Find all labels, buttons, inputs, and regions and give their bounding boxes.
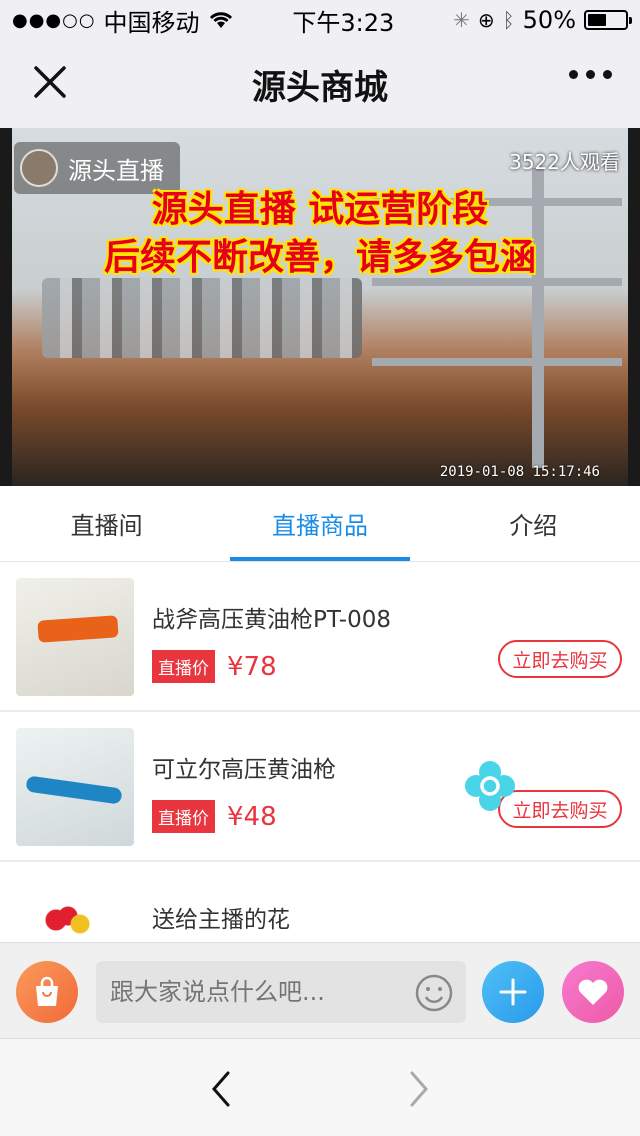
product-image (16, 878, 134, 942)
bluetooth-icon: ᛒ (502, 8, 515, 32)
banner-line-1: 源头直播 试运营阶段 (151, 189, 489, 230)
product-name: 战斧高压黄油枪PT-008 (152, 607, 392, 633)
price-tag: 直播价 (152, 800, 215, 833)
tab-intro[interactable]: 介绍 (427, 486, 640, 561)
rotation-lock-icon: ⊕ (477, 8, 495, 32)
tab-live-room[interactable]: 直播间 (0, 486, 213, 561)
floating-flower-icon[interactable] (464, 760, 516, 812)
back-arrow-icon[interactable] (206, 1069, 236, 1109)
shopping-bag-button[interactable] (16, 961, 78, 1023)
clock: 下午3:23 (292, 8, 395, 37)
banner-line-2: 后续不断改善，请多多包涵 (103, 237, 536, 278)
live-video[interactable]: 源头直播 3522人观看 源头直播 试运营阶段 后续不断改善，请多多包涵 201… (0, 128, 640, 486)
battery-percent: 50% (522, 6, 576, 34)
signal-icon: ●●●○○ (12, 9, 96, 31)
viewer-count: 3522人观看 (509, 150, 620, 174)
nav-bar: 源头商城 (0, 40, 640, 128)
list-item[interactable]: 战斧高压黄油枪PT-008 直播价 ¥78 立即去购买 (0, 562, 640, 712)
price-tag: 直播价 (152, 650, 215, 683)
tab-live-products[interactable]: 直播商品 (213, 486, 426, 561)
like-button[interactable] (562, 961, 624, 1023)
product-image (16, 728, 134, 846)
buy-now-button[interactable]: 立即去购买 (498, 790, 622, 828)
close-icon[interactable] (30, 62, 70, 102)
product-name: 送给主播的花 (152, 907, 290, 933)
chat-input[interactable] (96, 961, 466, 1023)
heart-icon (578, 979, 608, 1005)
emoji-icon[interactable] (414, 973, 454, 1013)
tab-bar: 直播间 直播商品 介绍 (0, 486, 640, 562)
product-image (16, 578, 134, 696)
browser-toolbar (0, 1038, 640, 1136)
status-bar: ●●●○○ 中国移动 下午3:23 ✳ ⊕ ᛒ 50% (0, 0, 640, 40)
product-price: ¥78 (227, 651, 277, 682)
buy-now-button[interactable]: 立即去购买 (498, 640, 622, 678)
forward-arrow-icon[interactable] (404, 1069, 434, 1109)
list-item[interactable]: 送给主播的花 (0, 862, 640, 942)
wifi-icon (209, 12, 232, 28)
product-name: 可立尔高压黄油枪 (152, 757, 336, 783)
shopping-bag-icon (36, 976, 58, 1006)
chat-bar (0, 942, 640, 1038)
list-item[interactable]: 可立尔高压黄油枪 直播价 ¥48 立即去购买 (0, 712, 640, 862)
plus-icon (499, 978, 527, 1006)
page-title: 源头商城 (252, 67, 388, 108)
video-timestamp: 2019-01-08 15:17:46 (439, 464, 600, 480)
battery-icon (584, 10, 632, 30)
product-list: 战斧高压黄油枪PT-008 直播价 ¥78 立即去购买 可立尔高压黄油枪 直播价… (0, 562, 640, 942)
product-price: ¥48 (227, 801, 277, 832)
loading-icon: ✳ (453, 8, 470, 32)
carrier-label: 中国移动 (103, 8, 200, 37)
more-icon[interactable] (569, 70, 612, 79)
add-button[interactable] (482, 961, 544, 1023)
